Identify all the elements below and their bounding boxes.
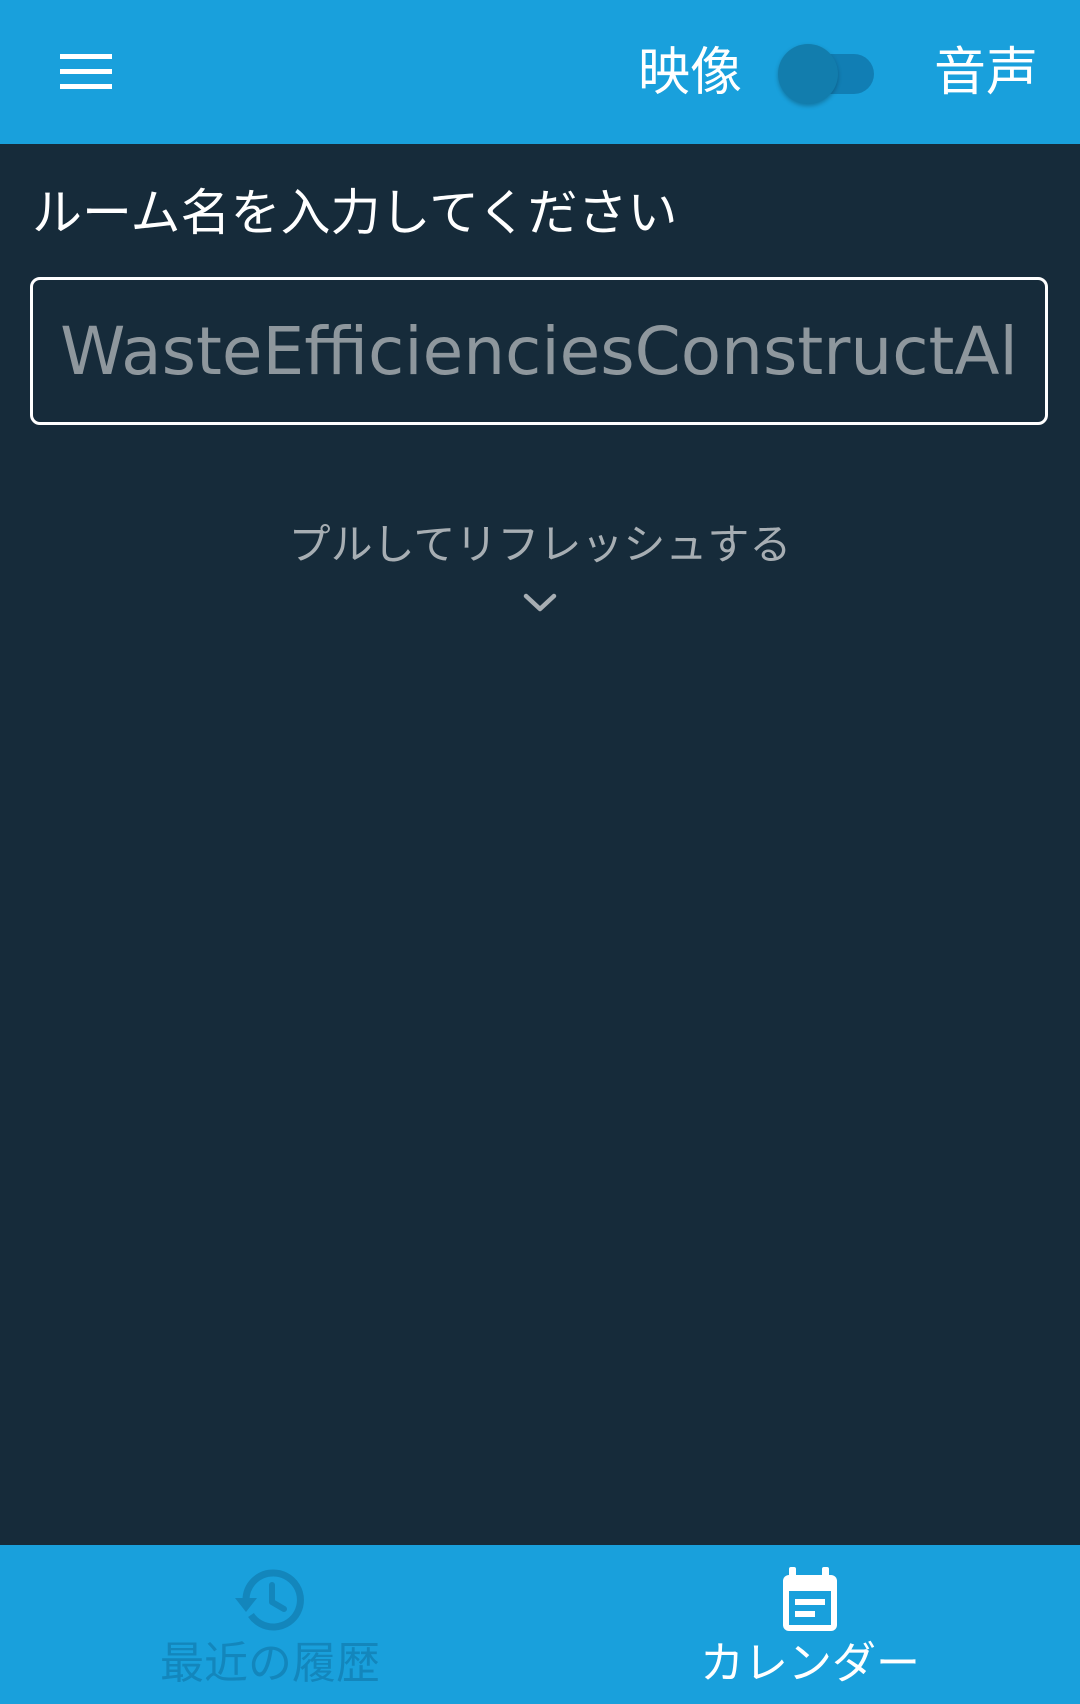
history-icon — [235, 1565, 305, 1635]
nav-item-history[interactable]: 最近の履歴 — [0, 1545, 540, 1704]
chevron-down-icon — [520, 588, 560, 618]
menu-button[interactable] — [50, 42, 122, 102]
audio-label: 音声 — [934, 43, 1039, 103]
room-name-input[interactable] — [33, 280, 1045, 422]
nav-label-history: 最近の履歴 — [160, 1638, 380, 1689]
video-audio-toggle[interactable] — [776, 44, 876, 104]
room-name-title: ルーム名を入力してください — [32, 184, 678, 242]
video-label: 映像 — [638, 43, 743, 103]
top-app-bar: 映像 音声 — [0, 0, 1080, 144]
menu-icon — [60, 54, 112, 89]
bottom-navigation: 最近の履歴 カレンダー — [0, 1545, 1080, 1704]
calendar-icon — [775, 1565, 845, 1635]
toggle-thumb — [778, 44, 838, 104]
nav-item-calendar[interactable]: カレンダー — [540, 1545, 1080, 1704]
pull-to-refresh-label: プルしてリフレッシュする — [288, 520, 792, 569]
room-name-field — [30, 277, 1048, 425]
nav-label-calendar: カレンダー — [700, 1638, 920, 1689]
